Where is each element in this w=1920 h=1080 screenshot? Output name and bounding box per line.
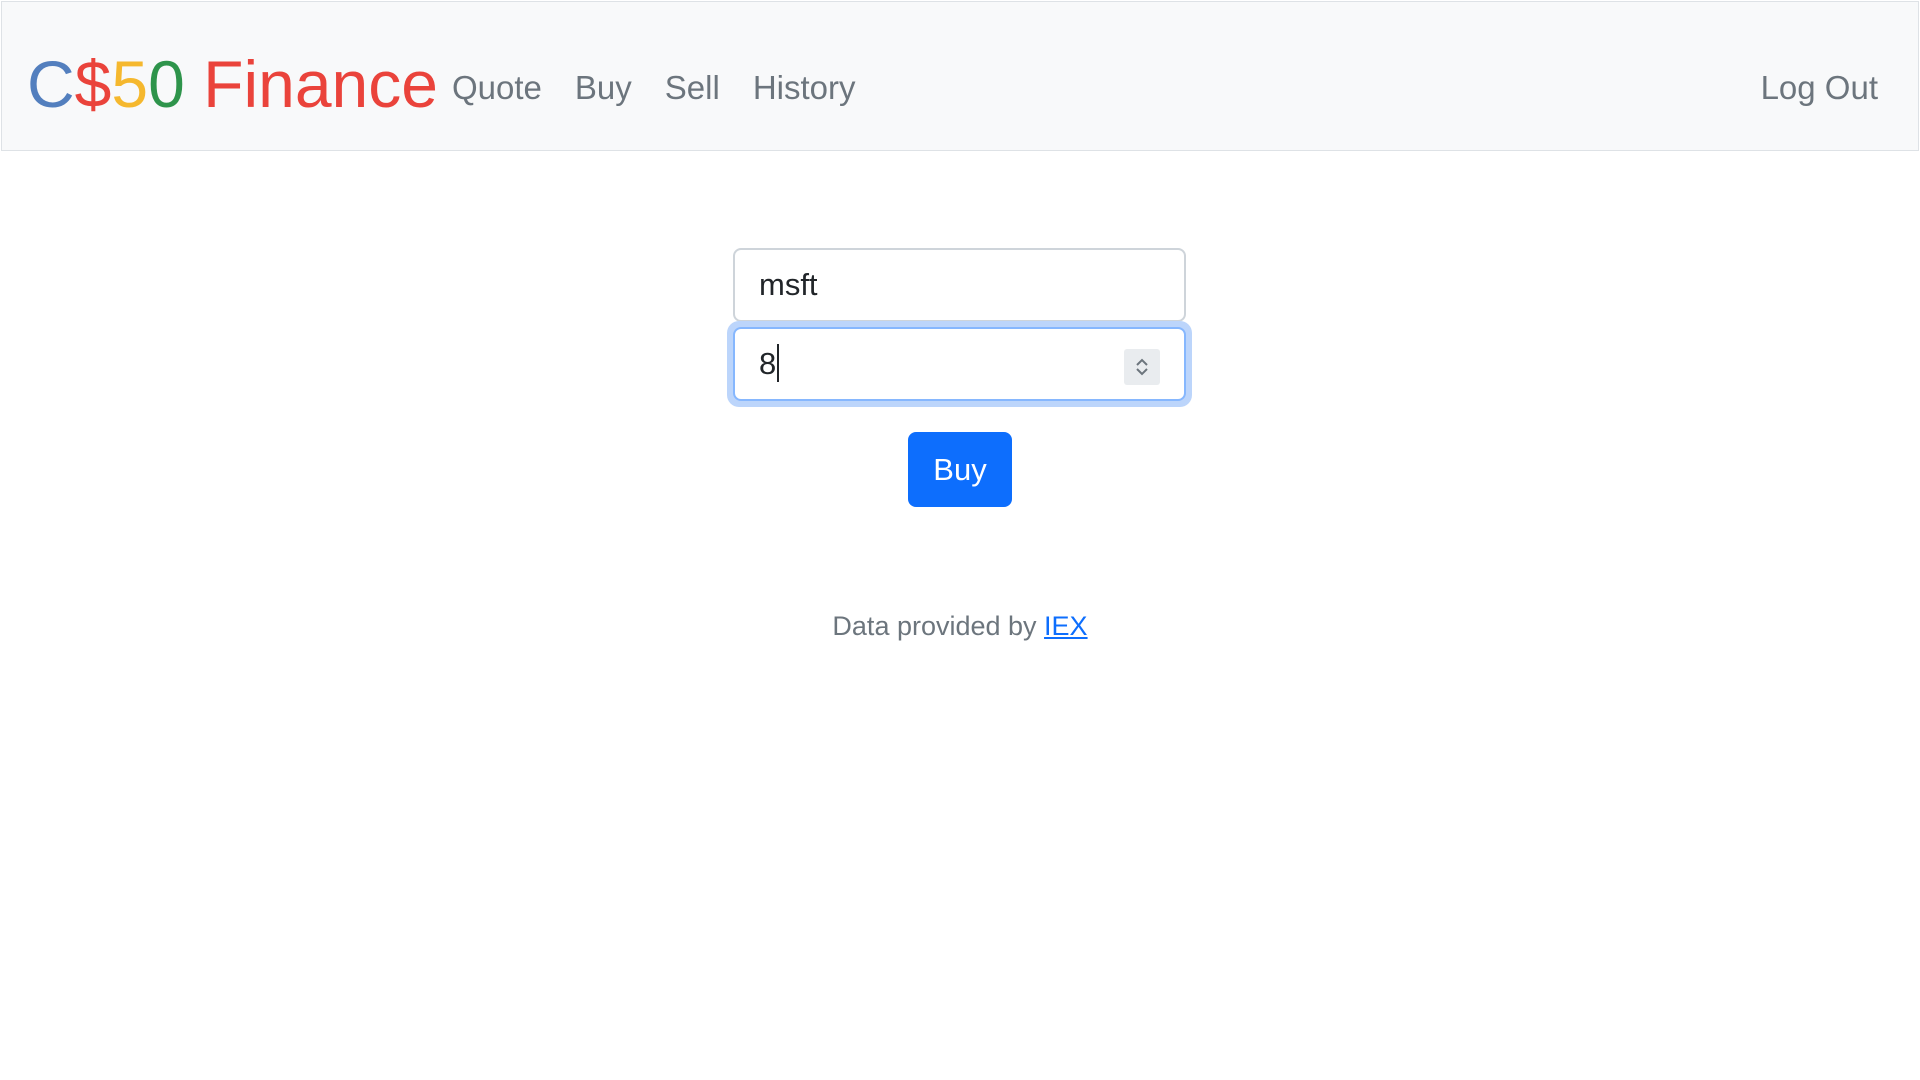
brand-dollar: $ [74, 47, 112, 121]
text-caret [777, 343, 780, 382]
nav-link-history[interactable]: History [753, 68, 856, 108]
number-spinner[interactable] [1124, 349, 1160, 385]
iex-link[interactable]: IEX [1044, 611, 1088, 641]
nav-link-sell[interactable]: Sell [665, 68, 720, 108]
chevron-up-icon[interactable] [1134, 357, 1150, 367]
shares-input-value: 8 [759, 346, 777, 381]
brand-c: C [27, 47, 75, 121]
brand-logo[interactable]: C$50 Finance [27, 44, 438, 124]
buy-button[interactable]: Buy [908, 432, 1012, 507]
nav-link-buy[interactable]: Buy [575, 68, 632, 108]
footer-text: Data provided by [832, 611, 1045, 641]
nav-links: Quote Buy Sell History [452, 68, 856, 108]
shares-input[interactable]: 8 [733, 327, 1186, 401]
logout-link[interactable]: Log Out [1761, 68, 1878, 108]
symbol-input-value: msft [759, 267, 818, 302]
brand-finance: Finance [184, 47, 438, 121]
buy-form: msft 8 [727, 248, 1192, 407]
symbol-input[interactable]: msft [733, 248, 1186, 322]
chevron-down-icon[interactable] [1134, 367, 1150, 377]
footer: Data provided by IEX [0, 608, 1920, 644]
brand-five: 5 [111, 47, 149, 121]
nav-link-quote[interactable]: Quote [452, 68, 542, 108]
brand-zero: 0 [148, 47, 185, 121]
shares-focus-ring: 8 [727, 321, 1192, 407]
navbar: C$50 Finance Quote Buy Sell History Log … [1, 1, 1919, 151]
